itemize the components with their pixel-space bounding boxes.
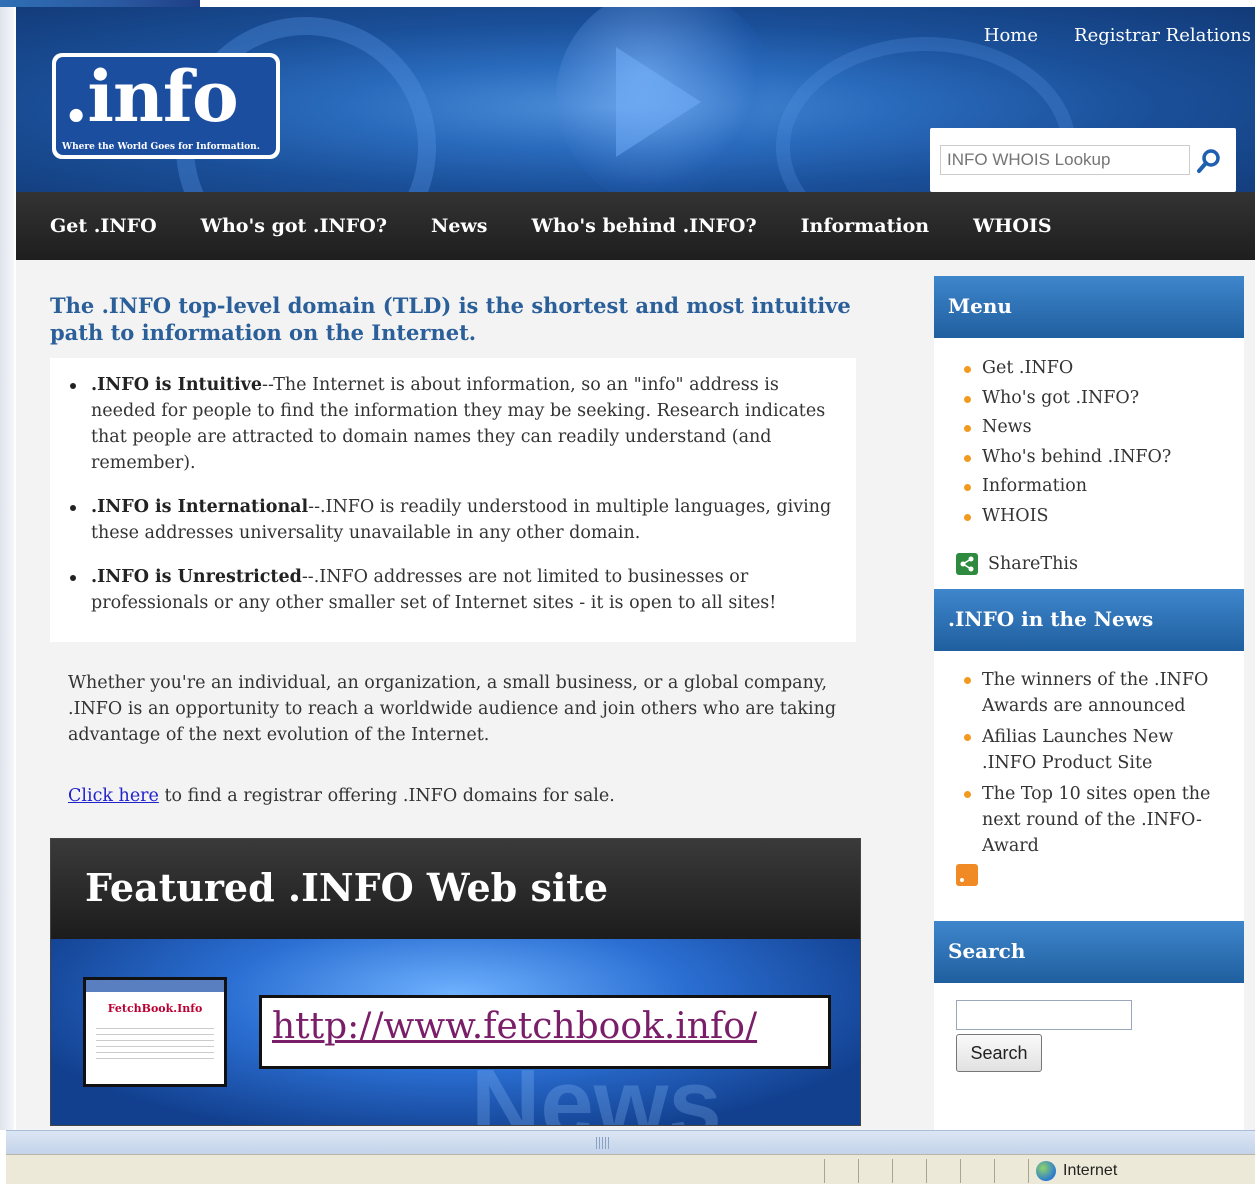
nav-whois[interactable]: WHOIS [973, 215, 1051, 237]
registrar-relations-link[interactable]: Registrar Relations [1074, 25, 1251, 46]
share-icon [956, 553, 978, 575]
nav-get-info[interactable]: Get .INFO [50, 215, 157, 237]
sidebar-item-whois[interactable]: WHOIS [964, 502, 1244, 532]
news-list: The winners of the .INFO Awards are anno… [934, 651, 1244, 859]
sidebar-item-whos-behind-info[interactable]: Who's behind .INFO? [964, 443, 1244, 473]
search-icon[interactable] [1196, 148, 1222, 174]
nav-whos-got-info[interactable]: Who's got .INFO? [201, 215, 387, 237]
intro-paragraph: Whether you're an individual, an organiz… [68, 673, 837, 745]
thumbnail-content [96, 1023, 214, 1063]
horizontal-scrollbar[interactable] [6, 1130, 1255, 1154]
bullet-item: .INFO is Unrestricted--.INFO addresses a… [66, 564, 846, 616]
main-content: The .INFO top-level domain (TLD) is the … [50, 292, 860, 806]
menu-heading: Menu [934, 276, 1244, 338]
whois-lookup-box [930, 128, 1236, 192]
status-separator [926, 1159, 927, 1183]
featured-heading: Featured .INFO Web site [51, 839, 860, 939]
registrar-line: Click here to find a registrar offering … [50, 786, 860, 806]
globe-icon [1036, 1161, 1056, 1181]
window-top-corner [0, 0, 200, 7]
status-separator [960, 1159, 961, 1183]
status-separator [994, 1159, 995, 1183]
logo-inner: .info Where the World Goes for Informati… [56, 55, 276, 155]
featured-site-panel: Featured .INFO Web site News FetchBook.I… [50, 838, 861, 1126]
sidebar-menu: Get .INFO Who's got .INFO? News Who's be… [934, 338, 1244, 531]
thumbnail-title: FetchBook.Info [107, 1002, 203, 1015]
bullet-item: .INFO is Intuitive--The Internet is abou… [66, 372, 846, 476]
status-separator [858, 1159, 859, 1183]
security-zone: Internet [1036, 1161, 1117, 1181]
info-logo[interactable]: .info Where the World Goes for Informati… [52, 53, 280, 159]
nav-information[interactable]: Information [801, 215, 929, 237]
share-label: ShareThis [988, 554, 1078, 574]
bullet-item: .INFO is International--.INFO is readily… [66, 494, 846, 546]
thumbnail-titlebar [86, 980, 224, 992]
scrollbar-grip[interactable] [596, 1137, 610, 1149]
window-left-edge [0, 0, 14, 1130]
status-separator [824, 1159, 825, 1183]
sidebar: Menu Get .INFO Who's got .INFO? News Who… [934, 276, 1244, 1130]
bullet-title: .INFO is International [91, 497, 309, 517]
news-item[interactable]: Afilias Launches New .INFO Product Site [964, 724, 1224, 776]
featured-site-thumbnail[interactable]: FetchBook.Info [83, 977, 227, 1087]
sidebar-item-information[interactable]: Information [964, 472, 1244, 502]
registrar-line-text: to find a registrar offering .INFO domai… [158, 786, 615, 806]
browser-status-bar: Internet [6, 1154, 1255, 1184]
home-link[interactable]: Home [984, 25, 1038, 46]
logo-tagline: Where the World Goes for Information. [62, 142, 260, 152]
sidebar-item-news[interactable]: News [964, 413, 1244, 443]
bullet-title: .INFO is Intuitive [91, 375, 263, 395]
nav-news[interactable]: News [431, 215, 488, 237]
search-button[interactable]: Search [956, 1034, 1042, 1072]
status-separator [1028, 1159, 1029, 1183]
bullet-title: .INFO is Unrestricted [91, 567, 302, 587]
zone-label: Internet [1063, 1162, 1118, 1179]
feature-bullets: .INFO is Intuitive--The Internet is abou… [50, 358, 856, 642]
share-this-button[interactable]: ShareThis [934, 531, 1244, 575]
news-heading: .INFO in the News [934, 589, 1244, 651]
site-header: .info Where the World Goes for Informati… [16, 7, 1255, 192]
main-nav: Get .INFO Who's got .INFO? News Who's be… [16, 192, 1255, 260]
play-shape-decoration [616, 47, 701, 157]
top-links: Home Registrar Relations [984, 25, 1251, 46]
search-heading: Search [934, 921, 1244, 983]
sidebar-search-input[interactable] [956, 1000, 1132, 1030]
whois-search-input[interactable] [940, 145, 1190, 175]
sidebar-item-whos-got-info[interactable]: Who's got .INFO? [964, 384, 1244, 414]
nav-whos-behind-info[interactable]: Who's behind .INFO? [532, 215, 757, 237]
sidebar-item-get-info[interactable]: Get .INFO [964, 354, 1244, 384]
logo-text: .info [64, 55, 239, 138]
intro-heading: The .INFO top-level domain (TLD) is the … [50, 293, 851, 345]
featured-body: News FetchBook.Info http://www.fetchbook… [51, 939, 860, 1125]
click-here-link[interactable]: Click here [68, 786, 159, 806]
featured-url-link[interactable]: http://www.fetchbook.info/ [272, 1006, 757, 1047]
status-separator [892, 1159, 893, 1183]
news-item[interactable]: The Top 10 sites open the next round of … [964, 781, 1224, 859]
featured-url-box: http://www.fetchbook.info/ [259, 995, 831, 1069]
news-item[interactable]: The winners of the .INFO Awards are anno… [964, 667, 1224, 719]
rss-icon[interactable] [956, 864, 978, 886]
